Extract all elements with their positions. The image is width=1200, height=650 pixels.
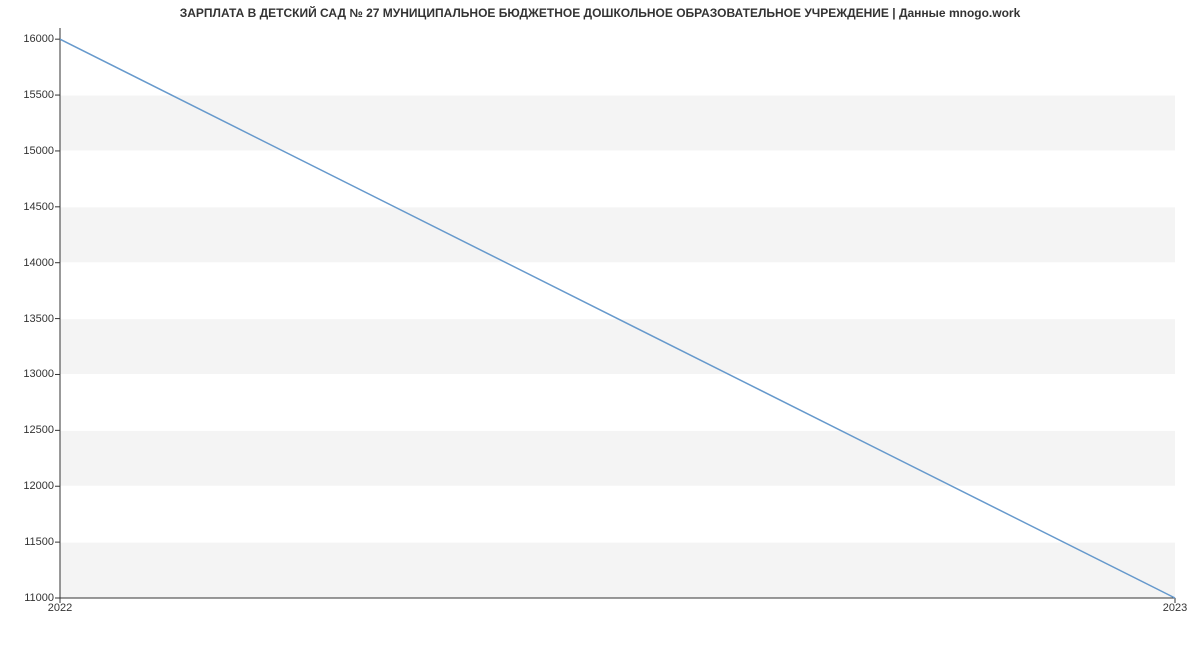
y-tick-label: 16000 — [4, 33, 54, 45]
plot-area — [60, 28, 1175, 598]
y-tick-label: 13000 — [4, 368, 54, 380]
x-tick-label: 2022 — [48, 602, 72, 614]
y-tick-label: 15000 — [4, 145, 54, 157]
y-tick-label: 14000 — [4, 257, 54, 269]
y-tick-label: 12000 — [4, 480, 54, 492]
y-tick-label: 14500 — [4, 201, 54, 213]
y-tick-label: 12500 — [4, 424, 54, 436]
chart-svg — [60, 28, 1175, 598]
y-tick-label: 15500 — [4, 89, 54, 101]
y-tick-label: 13500 — [4, 313, 54, 325]
chart-title: ЗАРПЛАТА В ДЕТСКИЙ САД № 27 МУНИЦИПАЛЬНО… — [0, 6, 1200, 20]
y-tick-label: 11500 — [4, 536, 54, 548]
x-tick-label: 2023 — [1163, 602, 1187, 614]
y-tick-label: 11000 — [4, 592, 54, 604]
